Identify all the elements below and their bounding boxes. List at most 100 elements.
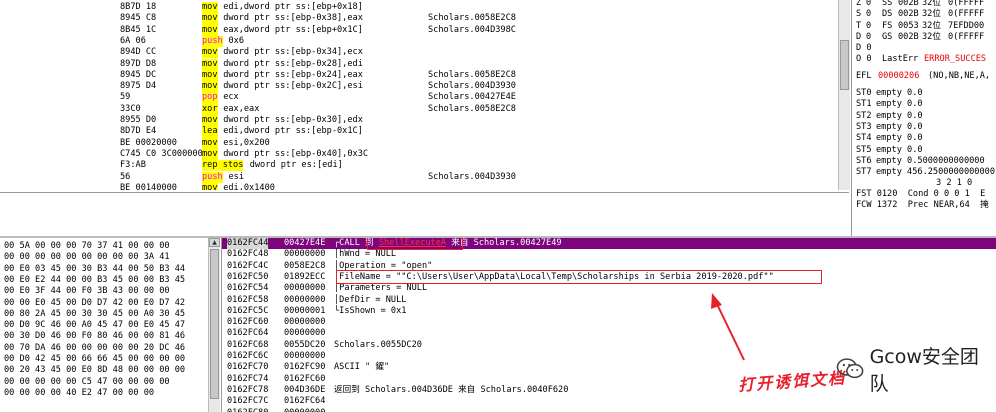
disasm-row[interactable]: 8B7D 18 mov edi,dword ptr ss:[ebp+0x18] [0, 2, 838, 14]
segment-bits: 32位 [922, 0, 941, 8]
dump-row[interactable]: 00 00 00 00 00 00 00 00 00 3A 41 [4, 252, 208, 263]
fpu-value: empty 0.0 [876, 121, 923, 132]
dump-row[interactable]: 00 00 E0 45 00 D0 D7 42 00 E0 D7 42 [4, 298, 208, 309]
flag-value: 0 [866, 20, 872, 31]
stack-value: 004D36DE [284, 384, 326, 395]
stack-row[interactable]: 0162FC58 00000000 │DefDir = NULL [222, 295, 996, 306]
registers-pane[interactable]: Z 0 SS 002B 32位 0(FFFFF S 0 DS 002B 32位 0(FFFFF T 0 FS… [851, 0, 996, 236]
scroll-thumb[interactable] [210, 249, 219, 399]
disasm-hex: 8945 DC [120, 69, 157, 80]
stack-row[interactable]: 0162FC54 00000000 │Parameters = NULL [222, 283, 996, 294]
fpu-register-row[interactable]: ST6 empty 0.5000000000000 [852, 156, 996, 167]
stack-comment: Scholars.0055DC20 [334, 339, 422, 350]
segment-register-row[interactable]: S 0 DS 002B 32位 0(FFFFF [852, 9, 996, 20]
segment-register-row[interactable]: T 0 FS 0053 32位 7EFDD00 [852, 21, 996, 32]
dump-row[interactable]: 00 00 00 00 00 C5 47 00 00 00 00 [4, 377, 208, 388]
fpu-register-row[interactable]: ST3 empty 0.0 [852, 122, 996, 133]
segment-selector: 002B [898, 0, 919, 8]
disasm-row[interactable]: 8B45 1C mov eax,dword ptr ss:[ebp+0x1C] Sch… [0, 24, 838, 36]
stack-row[interactable]: 0162FC5C 00000001 └IsShown = 0x1 [222, 306, 996, 317]
disasm-mnemonic: lea [202, 126, 218, 138]
segment-base: 0(FFFFF [948, 0, 985, 8]
dump-row[interactable]: 00 00 00 00 40 E2 47 00 00 00 [4, 388, 208, 399]
disasm-mnemonic: mov [202, 58, 218, 70]
stack-address: 0162FC7C [227, 396, 269, 407]
disassembly-pane[interactable]: 8B7D 18 mov edi,dword ptr ss:[ebp+0x18] 894… [0, 0, 838, 190]
fpu-register-row[interactable]: ST0 empty 0.0 [852, 88, 996, 99]
stack-row[interactable]: 0162FC60 00000000 [222, 317, 996, 328]
memory-dump-pane[interactable]: 00 5A 00 00 00 70 37 41 00 00 00 00 00 00… [0, 238, 208, 412]
dump-row[interactable]: 00 D0 9C 46 00 A0 45 47 00 E0 45 47 [4, 320, 208, 331]
fpu-register-row[interactable]: ST5 empty 0.0 [852, 145, 996, 156]
disasm-hex: F3:AB [120, 160, 146, 171]
disasm-row[interactable]: 8D7D E4 lea edi,dword ptr ss:[ebp-0x1C] [0, 126, 838, 138]
disasm-row[interactable]: C745 C0 3C000000 mov dword ptr ss:[ebp-0x4… [0, 148, 838, 161]
disassembly-scrollbar[interactable] [838, 0, 850, 190]
dump-row[interactable]: 00 5A 00 00 00 70 37 41 00 00 00 [4, 241, 208, 252]
stack-comment: │hWnd = NULL [334, 249, 397, 260]
disasm-hex: 8D7D E4 [120, 126, 157, 137]
disasm-row[interactable]: BE 00020000 mov esi,0x200 [0, 137, 838, 149]
fpu-name: ST0 [856, 88, 872, 98]
disasm-hex: 33C0 [120, 103, 141, 114]
stack-address: 0162FC60 [227, 317, 269, 328]
disasm-row[interactable]: 8955 D0 mov dword ptr ss:[ebp-0x30],edx [0, 115, 838, 127]
dump-row[interactable]: 00 20 43 45 00 E0 8D 48 00 00 00 00 [4, 365, 208, 376]
fpu-name: ST2 [856, 110, 872, 121]
dump-row[interactable]: 00 80 2A 45 00 30 30 45 00 A0 30 45 [4, 309, 208, 320]
disasm-hex: 8B45 1C [120, 24, 157, 35]
dump-row[interactable]: 00 E0 E2 44 00 00 B3 45 00 00 B3 45 [4, 275, 208, 286]
disasm-comment: Scholars.004D3930 [428, 171, 516, 182]
disasm-row[interactable]: 897D D8 mov dword ptr ss:[ebp-0x28],edi [0, 58, 838, 70]
stack-row[interactable]: 0162FC80 00000000 [222, 408, 996, 412]
stack-address: 0162FC64 [227, 328, 269, 339]
stack-comment: │DefDir = NULL [334, 294, 407, 305]
disasm-row[interactable]: 8945 DC mov dword ptr ss:[ebp-0x24],eax Sch… [0, 69, 838, 82]
scroll-up-arrow[interactable]: ▲ [209, 238, 220, 247]
stack-row[interactable]: 0162FC48 00000000 │hWnd = NULL [222, 249, 996, 260]
segment-register-row[interactable]: D 0 GS 002B 32位 0(FFFFF [852, 32, 996, 43]
disasm-row[interactable]: 59 pop ecx Scholars.00427E4E [0, 92, 838, 104]
lasterr-label: LastErr [882, 54, 919, 64]
info-pane [0, 192, 849, 237]
flag-value: 0 [866, 9, 872, 20]
segment-register-row[interactable]: Z 0 SS 002B 32位 0(FFFFF [852, 0, 996, 9]
disasm-row[interactable]: F3:AB rep stos dword ptr es:[edi] [0, 160, 838, 172]
fpu-register-row[interactable]: ST1 empty 0.0 [852, 99, 996, 110]
disasm-row[interactable]: 56 push esi Scholars.004D3930 [0, 171, 838, 183]
dump-scrollbar[interactable]: ▲ [208, 238, 220, 412]
stack-value: 00000000 [284, 317, 326, 328]
dump-row[interactable]: 00 D0 42 45 00 66 66 45 00 00 00 00 [4, 354, 208, 365]
fpu-register-row[interactable]: ST7 empty 456.2500000000000 [852, 167, 996, 178]
disasm-row[interactable]: 8945 C8 mov dword ptr ss:[ebp-0x38],eax Sch… [0, 13, 838, 25]
efl-row[interactable]: EFL 00000206 (NO,NB,NE,A, [852, 71, 996, 82]
disasm-hex: 59 [120, 92, 131, 103]
dump-row[interactable]: 00 E0 3F 44 00 F0 3B 43 00 00 00 [4, 286, 208, 297]
scroll-thumb[interactable] [840, 40, 849, 90]
disasm-mnemonic: mov [202, 115, 218, 127]
segment-selector: 0053 [898, 20, 919, 31]
disasm-row[interactable]: 6A 06 push 0x6 [0, 35, 838, 48]
stack-row[interactable]: 0162FC44 00427E4E ┌CALL 到 ShellExecuteA 来自… [222, 238, 996, 250]
disasm-row[interactable]: 33C0 xor eax,eax Scholars.0058E2C8 [0, 103, 838, 115]
disasm-row[interactable]: BE 00140000 mov edi,0x1400 [0, 182, 838, 190]
segment-selector: 002B [898, 31, 919, 42]
fpu-value: empty 456.2500000000000 [876, 167, 995, 178]
disasm-row[interactable]: 8975 D4 mov dword ptr ss:[ebp-0x2C],esi Sch… [0, 81, 838, 93]
disasm-comment: Scholars.004D398C [428, 24, 516, 35]
dump-row[interactable]: 00 70 DA 46 00 00 00 00 00 20 DC 46 [4, 343, 208, 354]
call-source: 来自 Scholars.00427E49 [446, 238, 562, 248]
disasm-mnemonic: mov [202, 13, 218, 25]
lasterr-row[interactable]: O 0 LastErr ERROR_SUCCES [852, 54, 996, 65]
dump-row[interactable]: 00 E0 03 45 00 30 B3 44 00 50 B3 44 [4, 264, 208, 275]
fpu-register-row[interactable]: ST4 empty 0.0 [852, 133, 996, 144]
dump-row[interactable]: 00 30 D0 46 00 F0 80 46 00 00 81 46 [4, 331, 208, 342]
stack-row[interactable]: 0162FC64 00000000 [222, 328, 996, 339]
fpu-value: empty 0.0 [876, 88, 923, 98]
fpu-value: empty 0.0 [876, 110, 923, 121]
disasm-comment: Scholars.00427E4E [428, 92, 516, 103]
stack-row[interactable]: 0162FC7C 0162FC64 [222, 396, 996, 407]
fpu-register-row[interactable]: ST2 empty 0.0 [852, 111, 996, 122]
disasm-row[interactable]: 894D CC mov dword ptr ss:[ebp-0x34],ecx [0, 47, 838, 59]
disasm-operands: edi,dword ptr ss:[ebp-0x1C] [223, 126, 363, 137]
